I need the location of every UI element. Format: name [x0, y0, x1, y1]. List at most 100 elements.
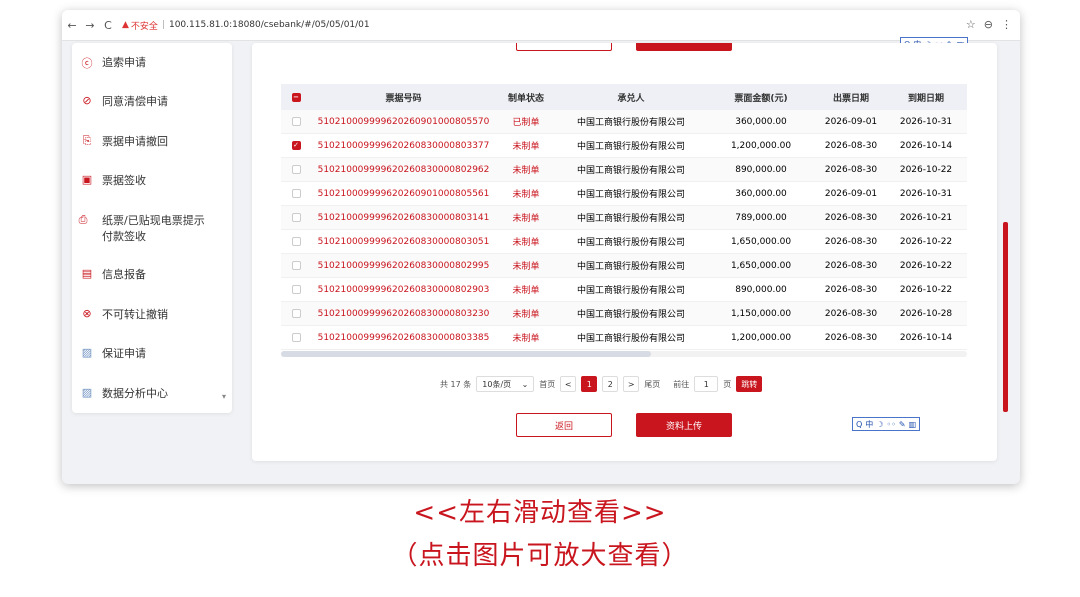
issue-date-cell: 2026-08-30 [824, 212, 878, 223]
forward-icon[interactable]: → [82, 19, 98, 32]
sidebar-item-paper-bill[interactable]: ⎙ 纸票/已贴现电票提示付款签收 [64, 213, 214, 245]
row-checkbox[interactable] [291, 333, 301, 342]
table-row[interactable]: 510210009999620260830000802903 未制单 中国工商银行股… [281, 278, 967, 302]
header-acceptor: 承兑人 [617, 93, 645, 104]
row-checkbox-cell[interactable] [281, 285, 311, 294]
account-icon[interactable]: ⊖ [984, 18, 993, 31]
browser-menu-icon[interactable]: ⋮ [1001, 18, 1012, 31]
back-button[interactable]: 返回 [516, 413, 612, 437]
acceptor-cell: 中国工商银行股份有限公司 [576, 166, 685, 176]
report-icon: ▤ [81, 267, 93, 280]
row-checkbox[interactable] [291, 165, 301, 174]
bookmark-star-icon[interactable]: ☆ [966, 18, 976, 31]
goto-page-input[interactable]: 1 [694, 376, 719, 392]
cancel-icon: ⊗ [82, 307, 92, 320]
bill-no-cell: 510210009999620260901000805570 [317, 116, 490, 127]
select-all-cell[interactable]: − [281, 92, 311, 102]
table-header: − 票据号码 制单状态 承兑人 票面金额(元) 出票日期 到期日期 [281, 84, 967, 110]
top-upload-button[interactable] [636, 43, 732, 51]
page-1-button[interactable]: 1 [581, 376, 598, 392]
sidebar-item-recourse[interactable]: ⓒ 追索申请 [72, 55, 232, 71]
table-row[interactable]: ✓ 510210009999620260830000803377 未制单 中国工商银行… [281, 134, 967, 158]
issue-date-cell: 2026-08-30 [824, 284, 878, 295]
page-size-select[interactable]: 10条/页 ⌄ [476, 376, 535, 392]
pagination: 共 17 条 10条/页 ⌄ 首页 < 1 2 > 尾页 前往 1 页 跳转 [440, 376, 763, 392]
sidebar-item-label: 同意清偿申请 [102, 95, 168, 108]
sidebar-item-guarantee[interactable]: ▨ 保证申请 [72, 346, 232, 362]
ime-moon-icon[interactable]: ☽ [876, 420, 883, 429]
next-page-button[interactable]: > [623, 376, 640, 392]
sidebar-item-withdraw[interactable]: ⎘ 票据申请撤回 [72, 134, 232, 150]
ime-dots-icon[interactable]: ◦◦ [886, 420, 895, 429]
back-icon[interactable]: ← [64, 19, 80, 32]
sidebar-item-consent-repay[interactable]: ⊘ 同意清偿申请 [72, 94, 232, 110]
horizontal-scrollbar[interactable] [281, 351, 967, 357]
header-status: 制单状态 [507, 93, 544, 104]
chevron-down-icon[interactable]: ▾ [222, 392, 226, 401]
table-row[interactable]: 510210009999620260830000803385 未制单 中国工商银行股… [281, 326, 967, 350]
sidebar-item-analytics[interactable]: ▨ 数据分析中心 [72, 386, 232, 402]
row-checkbox-cell[interactable] [281, 237, 311, 246]
bill-no-cell: 510210009999620260830000803385 [317, 332, 490, 343]
total-count: 共 17 条 [440, 379, 472, 389]
row-checkbox-cell[interactable] [281, 117, 311, 126]
reload-icon[interactable]: C [100, 19, 116, 32]
separator: | [161, 20, 165, 30]
row-checkbox[interactable] [291, 237, 301, 246]
issue-date-cell: 2026-08-30 [824, 332, 878, 343]
table-row[interactable]: 510210009999620260830000803141 未制单 中国工商银行股… [281, 206, 967, 230]
row-checkbox-cell[interactable] [281, 333, 311, 342]
page-unit-label: 页 [723, 379, 732, 389]
row-checkbox-cell[interactable] [281, 165, 311, 174]
ime-toolbar-bottom[interactable]: Q 中 ☽ ◦◦ ✎ ▥ [852, 417, 921, 431]
sidebar-item-report[interactable]: ▤ 信息报备 [72, 267, 232, 283]
last-page-link[interactable]: 尾页 [644, 379, 660, 390]
row-checkbox-cell[interactable]: ✓ [281, 141, 311, 150]
table-row[interactable]: 510210009999620260830000803051 未制单 中国工商银行股… [281, 230, 967, 254]
row-checkbox-cell[interactable] [281, 309, 311, 318]
page-vertical-scrollbar[interactable] [1003, 222, 1008, 412]
status-cell: 未制单 [512, 286, 540, 296]
amount-cell: 1,200,000.00 [730, 332, 792, 343]
table-row[interactable]: 510210009999620260830000802962 未制单 中国工商银行股… [281, 158, 967, 182]
row-checkbox[interactable] [291, 309, 301, 318]
row-checkbox[interactable] [291, 189, 301, 198]
select-all-checkbox[interactable]: − [291, 92, 301, 102]
prev-page-button[interactable]: < [560, 376, 577, 392]
row-checkbox[interactable] [291, 213, 301, 222]
due-date-cell: 2026-10-22 [899, 260, 953, 271]
table-row[interactable]: 510210009999620260901000805570 已制单 中国工商银行股… [281, 110, 967, 134]
issue-date-cell: 2026-08-30 [824, 260, 878, 271]
recourse-icon: ⓒ [81, 57, 93, 70]
scrollbar-thumb[interactable] [281, 351, 651, 357]
page-2-button[interactable]: 2 [602, 376, 619, 392]
sidebar-item-cancel[interactable]: ⊗ 不可转让撤销 [72, 307, 232, 323]
row-checkbox-cell[interactable] [281, 189, 311, 198]
row-checkbox[interactable] [291, 261, 301, 270]
upload-button[interactable]: 资料上传 [636, 413, 732, 437]
ime-lang-toggle[interactable]: 中 [865, 419, 873, 430]
jump-button[interactable]: 跳转 [736, 376, 763, 392]
row-checkbox[interactable]: ✓ [291, 141, 301, 150]
table-row[interactable]: 510210009999620260830000803230 未制单 中国工商银行股… [281, 302, 967, 326]
url-field[interactable]: 100.115.81.0:18080/csebank/#/05/05/01/01 [169, 20, 370, 30]
row-checkbox-cell[interactable] [281, 261, 311, 270]
table-row[interactable]: 510210009999620260901000805561 未制单 中国工商银行股… [281, 182, 967, 206]
due-date-cell: 2026-10-22 [899, 284, 953, 295]
table-row[interactable]: 510210009999620260830000802995 未制单 中国工商银行股… [281, 254, 967, 278]
first-page-link[interactable]: 首页 [539, 379, 555, 390]
amount-cell: 360,000.00 [735, 188, 787, 199]
top-back-button[interactable] [516, 43, 612, 51]
amount-cell: 1,150,000.00 [730, 308, 792, 319]
image-icon: ▨ [81, 386, 93, 399]
acceptor-cell: 中国工商银行股份有限公司 [576, 286, 685, 296]
row-checkbox-cell[interactable] [281, 213, 311, 222]
ime-search-icon[interactable]: Q [856, 420, 862, 429]
amount-cell: 360,000.00 [735, 116, 787, 127]
sidebar-item-sign[interactable]: ▣ 票据签收 [72, 173, 232, 189]
ime-app-icon[interactable]: ▥ [909, 420, 917, 429]
ime-tool-icon[interactable]: ✎ [899, 420, 906, 429]
row-checkbox[interactable] [291, 117, 301, 126]
row-checkbox[interactable] [291, 285, 301, 294]
goto-label: 前往 [673, 379, 690, 389]
